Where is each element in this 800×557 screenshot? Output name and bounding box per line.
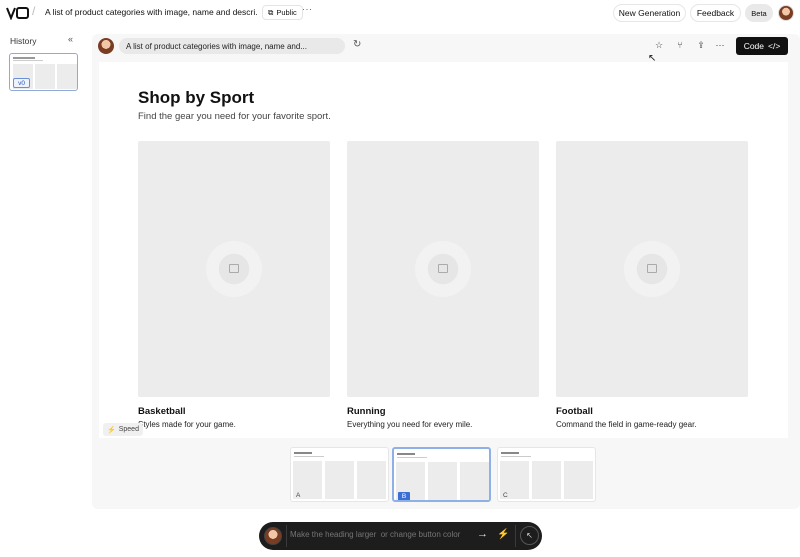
variant-title-line — [501, 452, 519, 454]
variant-thumbnail-a[interactable]: A — [290, 447, 389, 502]
variant-thumbnail-c[interactable]: C — [497, 447, 596, 502]
page-heading: Shop by Sport — [138, 88, 255, 107]
chat-bar: → ⚡ ↖ — [259, 522, 542, 550]
share-icon[interactable]: ⇪ — [695, 40, 707, 51]
visibility-label: Public — [276, 8, 297, 17]
top-bar: / A list of product categories with imag… — [0, 0, 800, 26]
new-generation-button[interactable]: New Generation — [613, 4, 686, 22]
variant-card — [532, 461, 561, 499]
variant-title-line — [397, 453, 415, 455]
prompt-avatar — [98, 38, 114, 54]
speed-label: Speed — [118, 426, 139, 433]
variant-subtitle-line — [501, 456, 531, 457]
lock-open-icon: ⧉ — [268, 7, 274, 17]
code-brackets-icon: </> — [768, 41, 781, 51]
variant-card — [564, 461, 593, 499]
page-subheading: Find the gear you need for your favorite… — [138, 111, 331, 122]
category-name[interactable]: Running — [347, 406, 386, 417]
version-badge: v0 — [13, 78, 30, 88]
image-placeholder-icon — [438, 264, 448, 273]
code-button[interactable]: Code </> — [736, 37, 788, 55]
history-heading: History — [10, 36, 37, 46]
variant-card — [325, 461, 354, 499]
chat-divider — [515, 525, 516, 547]
fork-icon[interactable]: ⑂ — [674, 40, 686, 50]
variant-card — [428, 462, 457, 500]
regenerate-icon[interactable]: ↻ — [353, 39, 361, 50]
history-sidebar: History « v0 — [0, 28, 88, 557]
star-icon[interactable]: ☆ — [653, 40, 665, 51]
code-label: Code — [743, 41, 765, 51]
variant-subtitle-line — [294, 456, 324, 457]
variant-label: B — [398, 492, 410, 500]
v0-logo-icon[interactable] — [6, 6, 30, 20]
select-element-icon[interactable]: ↖ — [520, 526, 539, 545]
history-version-thumbnail[interactable]: v0 — [9, 53, 78, 91]
variant-thumbnail-b[interactable]: B — [392, 447, 491, 502]
chat-input[interactable] — [290, 530, 465, 539]
image-placeholder-icon — [229, 264, 239, 273]
breadcrumb-separator: / — [32, 4, 36, 18]
category-image[interactable] — [347, 141, 539, 397]
category-name[interactable]: Basketball — [138, 406, 186, 417]
chat-title[interactable]: A list of product categories with image,… — [45, 7, 257, 17]
feedback-button[interactable]: Feedback — [690, 4, 741, 22]
user-avatar[interactable] — [778, 5, 794, 21]
category-description: Everything you need for every mile. — [347, 420, 473, 429]
variant-title-line — [294, 452, 312, 454]
category-name[interactable]: Football — [556, 406, 593, 417]
variant-card — [460, 462, 489, 500]
speed-badge[interactable]: ⚡ Speed — [103, 423, 143, 436]
lightning-icon[interactable]: ⚡ — [497, 529, 509, 540]
chat-divider — [286, 525, 287, 547]
beta-badge: Beta — [745, 4, 773, 22]
thumb-title-line — [13, 57, 35, 59]
image-placeholder-icon — [647, 264, 657, 273]
category-image[interactable] — [138, 141, 330, 397]
more-actions-icon[interactable]: ⋯ — [714, 40, 726, 51]
category-image[interactable] — [556, 141, 748, 397]
more-options-icon[interactable]: ··· — [302, 4, 313, 14]
variant-subtitle-line — [397, 457, 427, 458]
send-arrow-icon[interactable]: → — [477, 528, 488, 540]
thumb-card — [35, 64, 55, 89]
collapse-sidebar-icon[interactable]: « — [68, 34, 73, 44]
thumb-card — [57, 64, 77, 89]
prompt-chip[interactable]: A list of product categories with image,… — [119, 38, 345, 54]
variant-label: A — [296, 492, 301, 499]
thumb-subtitle-line — [13, 60, 43, 61]
variant-label: C — [503, 492, 508, 499]
variant-card — [357, 461, 386, 499]
category-description: Command the field in game-ready gear. — [556, 420, 697, 429]
lightning-icon: ⚡ — [107, 426, 116, 434]
chat-avatar — [264, 527, 282, 545]
visibility-button[interactable]: ⧉ Public — [262, 5, 303, 20]
category-description: Styles made for your game. — [138, 420, 236, 429]
